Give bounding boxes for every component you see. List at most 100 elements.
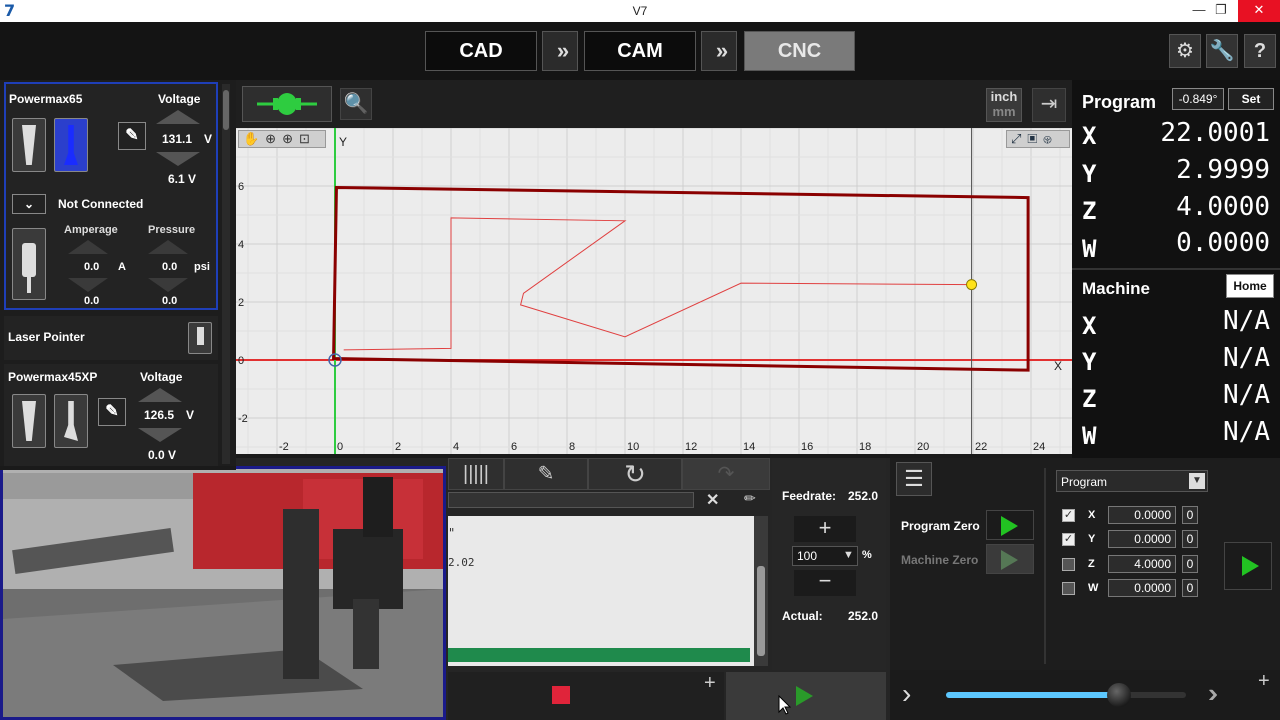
voltage-down-button[interactable] — [138, 428, 182, 442]
dro-panel: Program -0.849° Set X 22.0001 Y 2.9999 Z… — [1072, 80, 1280, 458]
divider — [0, 466, 236, 470]
window-title: V7 — [632, 4, 648, 18]
zero-mode-select[interactable]: Program ▼ — [1056, 470, 1208, 492]
voltage-down-button[interactable] — [156, 152, 200, 166]
cnc-button[interactable]: CNC — [744, 31, 855, 71]
pressure-down-button[interactable] — [148, 278, 188, 292]
chevron-down-icon[interactable]: ⌄ — [12, 194, 46, 214]
exit-icon[interactable]: ⇥ — [1032, 88, 1066, 122]
edit-file-icon[interactable]: ✎ — [504, 458, 588, 490]
torch-body-icon[interactable] — [12, 228, 46, 300]
program-title: Program — [1082, 92, 1157, 112]
home-button[interactable]: Home — [1226, 274, 1274, 298]
zoom-icon[interactable]: 🔍 — [340, 88, 372, 120]
jog-speed-handle[interactable] — [1106, 683, 1131, 707]
x-tick-label: 12 — [685, 441, 697, 453]
machine-zero-button — [986, 544, 1034, 574]
voltage-up-button[interactable] — [138, 388, 182, 402]
x-tick-label: 0 — [337, 441, 343, 453]
help-icon[interactable]: ? — [1244, 34, 1276, 68]
set-button[interactable]: Set — [1228, 88, 1274, 110]
wrench-icon[interactable]: 🔧 — [1206, 34, 1238, 68]
x-tick-label: 4 — [453, 441, 459, 453]
tool-powermax65[interactable]: Powermax65 Voltage ✎ 131.1 V 6.1 V ⌄ Not… — [4, 82, 218, 310]
divider — [1044, 468, 1046, 664]
gcode-search-field[interactable] — [448, 492, 694, 508]
tool-scrollbar[interactable] — [222, 84, 230, 464]
z-zero-field[interactable]: 4.0000 — [1108, 555, 1176, 573]
torch-tip-icon[interactable] — [12, 118, 46, 172]
jog-speed-slider[interactable] — [946, 683, 1186, 707]
w-checkbox[interactable] — [1062, 582, 1075, 595]
y-zero-field[interactable]: 0.0000 — [1108, 530, 1176, 548]
stop-button[interactable] — [552, 686, 570, 704]
program-z-value: 4.0000 — [1176, 192, 1270, 222]
w-zero-field[interactable]: 0.0000 — [1108, 579, 1176, 597]
fit-tools[interactable]: ⤢▣⊛ — [1006, 130, 1070, 148]
x-tick-label: 18 — [859, 441, 871, 453]
barcode-icon[interactable]: ||||| — [448, 458, 504, 490]
gcode-scrollbar[interactable] — [754, 516, 768, 666]
amperage-down-button[interactable] — [68, 278, 108, 292]
feed-plus-button[interactable]: + — [794, 516, 856, 542]
fast-forward-icon[interactable]: ››› — [1208, 678, 1218, 709]
angle-field[interactable]: -0.849° — [1172, 88, 1224, 110]
pencil-icon[interactable]: ✏ — [744, 490, 756, 507]
z-checkbox[interactable] — [1062, 558, 1075, 571]
gcode-viewer[interactable]: " 2.02 — [448, 516, 754, 666]
clear-icon[interactable]: ✕ — [706, 490, 719, 510]
y-checkbox[interactable]: ✓ — [1062, 533, 1075, 546]
amperage-up-button[interactable] — [68, 240, 108, 254]
torch-toggle-button[interactable] — [242, 86, 332, 122]
x-zero-field[interactable]: 0.0000 — [1108, 506, 1176, 524]
x-tick-label: 22 — [975, 441, 987, 453]
jog-speed-fill — [946, 692, 1119, 698]
chevron-right-icon[interactable]: › — [902, 678, 911, 710]
tool-powermax45xp[interactable]: Powermax45XP Voltage ✎ 126.5 V 0.0 V — [4, 364, 218, 468]
gear-icon[interactable]: ⚙ — [1169, 34, 1201, 68]
close-button[interactable]: ✕ — [1238, 0, 1280, 22]
add-icon[interactable]: + — [1258, 670, 1270, 693]
torch-toggle-icon — [257, 93, 317, 115]
y-zero-extra[interactable]: 0 — [1182, 530, 1198, 548]
x-zero-extra[interactable]: 0 — [1182, 506, 1198, 524]
restore-button[interactable]: ❐ — [1206, 0, 1236, 22]
program-w-label: W — [1082, 235, 1097, 263]
add-icon[interactable]: + — [704, 672, 716, 695]
refresh-icon[interactable]: ↻ — [588, 458, 682, 490]
divider — [1072, 268, 1280, 270]
laser-icon[interactable] — [188, 322, 212, 354]
machine-w-label: W — [1082, 422, 1097, 450]
toolpath — [343, 217, 974, 351]
x-checkbox[interactable]: ✓ — [1062, 509, 1075, 522]
feed-override-select[interactable]: 100 ▼ — [792, 546, 858, 566]
tool-laser-pointer[interactable]: Laser Pointer — [4, 316, 218, 360]
menu-icon[interactable]: ☰ — [896, 462, 932, 496]
toolpath-canvas[interactable]: -2 0 2 4 6 8 10 12 14 16 18 20 22 24 6 4 2 0 -2 X Y ✋⊕⊕⊡ ⤢▣⊛ — [236, 128, 1072, 454]
apply-zero-button[interactable] — [1224, 542, 1272, 590]
w-zero-extra[interactable]: 0 — [1182, 579, 1198, 597]
voltage-value: 126.5 — [144, 408, 175, 422]
voltage-up-button[interactable] — [156, 110, 200, 124]
cad-button[interactable]: CAD — [425, 31, 537, 71]
eyedropper-icon[interactable]: ✎ — [98, 398, 126, 426]
z-zero-extra[interactable]: 0 — [1182, 555, 1198, 573]
feed-minus-button[interactable]: − — [794, 570, 856, 596]
program-zero-button[interactable] — [986, 510, 1034, 540]
x-axis-label: X — [1088, 509, 1096, 521]
cam-button[interactable]: CAM — [584, 31, 696, 71]
voltage-sub: 6.1 V — [168, 172, 197, 186]
view-tools[interactable]: ✋⊕⊕⊡ — [238, 130, 326, 148]
torch-bevel-icon[interactable] — [54, 118, 88, 172]
w-axis-label: W — [1088, 582, 1099, 594]
torch-tip-icon[interactable] — [12, 394, 46, 448]
units-toggle[interactable]: inch mm — [986, 88, 1022, 122]
eyedropper-icon[interactable]: ✎ — [118, 122, 146, 150]
torch-gouge-icon[interactable] — [54, 394, 88, 448]
machine-y-label: Y — [1082, 348, 1097, 376]
x-tick-label: 14 — [743, 441, 755, 453]
chevron-down-icon: ▼ — [1189, 473, 1205, 489]
machine-w-value: N/A — [1223, 417, 1270, 447]
pressure-up-button[interactable] — [148, 240, 188, 254]
run-button[interactable] — [726, 672, 886, 720]
